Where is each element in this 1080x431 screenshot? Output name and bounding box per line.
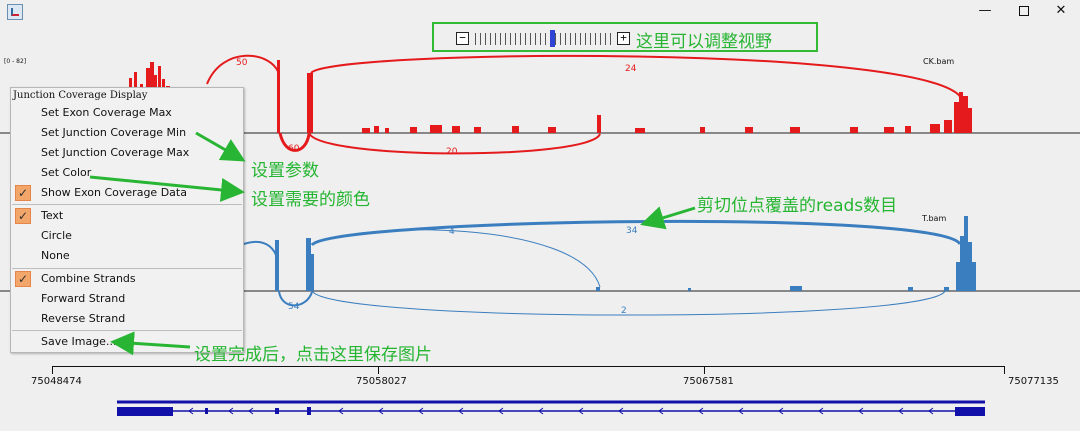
- menu-item-text[interactable]: ✓ Text: [12, 206, 242, 226]
- zoom-in-button[interactable]: +: [617, 32, 630, 45]
- annotation-reads: 剪切位点覆盖的reads数目: [697, 196, 898, 216]
- zoom-annotation: 这里可以调整视野: [636, 32, 772, 52]
- menu-item-label: Combine Strands: [41, 272, 136, 285]
- ruler-tick: [52, 366, 53, 374]
- menu-item-label: Text: [41, 209, 64, 222]
- menu-separator: [12, 330, 242, 331]
- ck-track-name: CK.bam: [923, 57, 955, 66]
- check-icon: ✓: [15, 271, 31, 287]
- ruler-label: 75077135: [1008, 376, 1059, 387]
- menu-separator: [12, 204, 242, 205]
- ck-arc-long: [310, 54, 963, 101]
- check-icon: ✓: [15, 208, 31, 224]
- menu-item-label: Set Junction Coverage Max: [41, 146, 190, 159]
- zoom-control: − + 这里可以调整视野: [432, 22, 818, 52]
- menu-item-label: Reverse Strand: [41, 312, 126, 325]
- t-arc-label: 34: [626, 226, 638, 236]
- menu-item-label: Set Color: [41, 166, 92, 179]
- ruler-tick: [1004, 366, 1005, 374]
- exon: [307, 407, 311, 415]
- annotation-save: 设置完成后，点击这里保存图片: [194, 345, 432, 365]
- t-junction-arcs: [243, 219, 962, 316]
- t-arc-mid: [311, 229, 601, 288]
- t-arc-label: 54: [288, 302, 300, 312]
- ruler-label: 75067581: [683, 376, 734, 387]
- gene-model-track: [117, 400, 985, 416]
- menu-item-label: Circle: [41, 229, 72, 242]
- menu-item-combine-strands[interactable]: ✓ Combine Strands: [12, 269, 242, 289]
- coordinate-ruler: [52, 366, 1005, 367]
- t-arc-longest: [311, 290, 946, 316]
- zoom-out-button[interactable]: −: [456, 32, 469, 45]
- t-arc-label: 2: [621, 306, 627, 316]
- menu-item-set-exon-coverage-max[interactable]: Set Exon Coverage Max: [12, 103, 242, 123]
- ck-arc-label: 50: [236, 58, 248, 68]
- menu-title: Junction Coverage Display: [13, 90, 148, 101]
- ruler-tick: [704, 366, 705, 374]
- t-track-name: T.bam: [922, 214, 947, 223]
- menu-item-label: Show Exon Coverage Data: [41, 186, 187, 199]
- menu-item-label: Save Image...: [41, 335, 117, 348]
- window-titlebar: — ✕: [0, 0, 1080, 22]
- menu-item-set-color[interactable]: Set Color: [12, 163, 242, 183]
- menu-item-label: Forward Strand: [41, 292, 126, 305]
- menu-item-none[interactable]: None: [12, 246, 242, 266]
- ruler-label: 75048474: [31, 376, 82, 387]
- maximize-icon: [1019, 5, 1029, 16]
- zoom-slider-thumb[interactable]: [550, 30, 555, 47]
- maximize-button[interactable]: [1009, 2, 1039, 20]
- java-icon: [7, 4, 23, 20]
- menu-item-reverse-strand[interactable]: Reverse Strand: [12, 309, 242, 329]
- zoom-slider-track[interactable]: [475, 33, 613, 45]
- t-arc-label: 4: [449, 227, 455, 237]
- annotation-set-color: 设置需要的颜色: [251, 190, 370, 210]
- menu-item-label: None: [41, 249, 70, 262]
- ck-junction-arcs: [206, 54, 963, 155]
- t-arc-upstream: [243, 240, 279, 263]
- annotation-set-params: 设置参数: [251, 161, 319, 181]
- close-button[interactable]: ✕: [1046, 2, 1076, 20]
- exon: [117, 407, 173, 416]
- ck-arc-label: 60: [288, 144, 300, 154]
- ck-arc-label: 24: [625, 64, 637, 74]
- ck-arc-label: 20: [446, 147, 458, 157]
- menu-item-forward-strand[interactable]: Forward Strand: [12, 289, 242, 309]
- ruler-label: 75058027: [356, 376, 407, 387]
- junction-coverage-menu: Junction Coverage Display Set Exon Cover…: [10, 87, 244, 353]
- check-icon: ✓: [15, 185, 31, 201]
- ck-coverage: [129, 60, 972, 133]
- exon: [205, 408, 208, 414]
- ck-range-label: [0 - 82]: [4, 58, 27, 65]
- exon: [955, 407, 985, 416]
- ruler-tick: [378, 366, 379, 374]
- menu-item-set-junction-coverage-max[interactable]: Set Junction Coverage Max: [12, 143, 242, 163]
- exon: [275, 408, 279, 414]
- menu-item-show-exon-coverage-data[interactable]: ✓ Show Exon Coverage Data: [12, 183, 242, 203]
- minimize-button[interactable]: —: [970, 2, 1000, 20]
- menu-item-label: Set Junction Coverage Min: [41, 126, 187, 139]
- menu-item-label: Set Exon Coverage Max: [41, 106, 172, 119]
- menu-item-set-junction-coverage-min[interactable]: Set Junction Coverage Min: [12, 123, 242, 143]
- menu-item-circle[interactable]: Circle: [12, 226, 242, 246]
